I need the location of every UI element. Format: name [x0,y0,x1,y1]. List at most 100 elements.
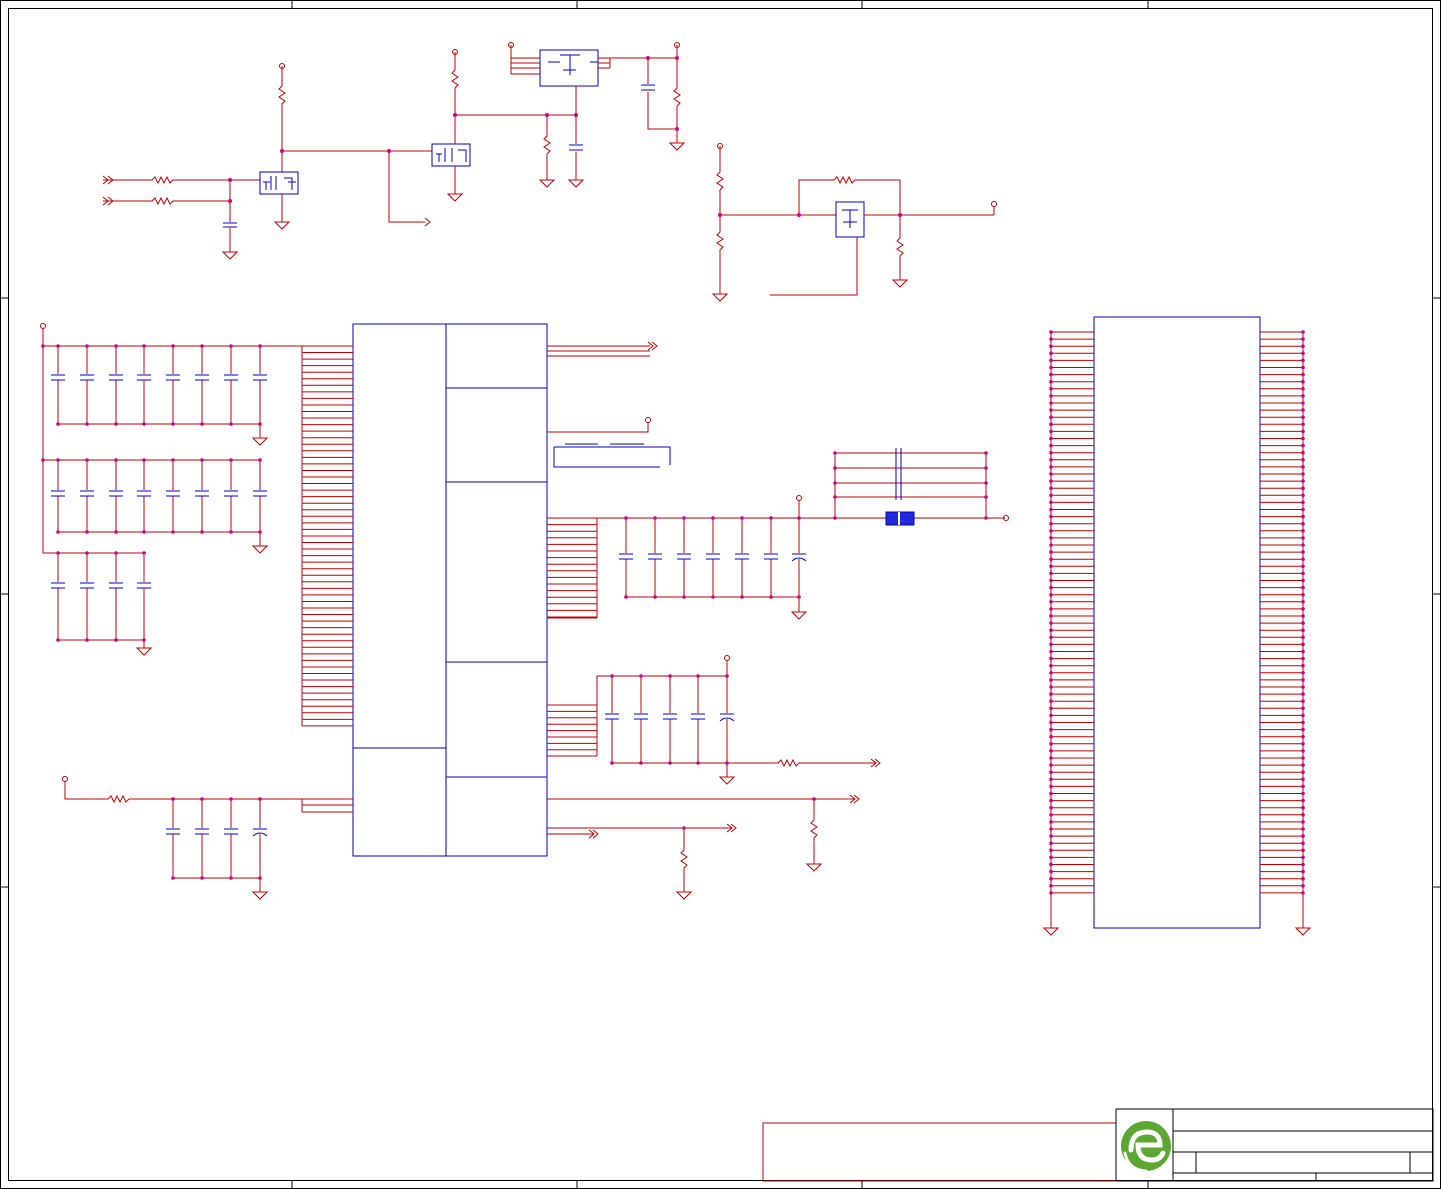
connector-pin-junction [1049,862,1053,867]
connector-pin-junction [1049,500,1053,505]
cap-junction [56,530,60,534]
connector-pin-junction [1049,600,1053,604]
cap-junction [725,761,729,765]
connector-pin-junction [1301,479,1305,483]
cap-junction [200,422,204,426]
connector-pin-junction [1049,798,1053,803]
cap-junction [114,638,118,642]
cap-junction [639,674,643,678]
cap-junction [171,458,175,462]
connector-pin-junction [1049,891,1053,895]
cap-junction [171,876,175,880]
connector-pin-junction [1301,436,1305,441]
connector-pin-junction [1049,592,1053,597]
crystal-junction [833,516,837,520]
sheet-border [0,0,1441,1189]
connector-pin-junction [1301,628,1305,632]
cap-junction [114,530,118,534]
connector-pin-junction [1301,387,1305,391]
cap-junction [41,344,45,348]
connector-pin-junction [1301,749,1305,753]
cap-junction [114,458,118,462]
connector-pin-junction [1049,550,1053,554]
ic-right-nets [547,341,1009,900]
cap-junction [142,638,146,642]
connector-pin-junction [1301,777,1305,782]
connector-pin-junction [1049,685,1053,689]
filter-block [62,776,353,900]
connector-pin-junction [1049,791,1053,796]
connector-pin-junction [1301,663,1305,668]
connector-pin-junction [1301,465,1305,469]
connector-pin-junction [1301,678,1305,682]
connector-pin-junction [1049,564,1053,569]
connector-pin-junction [1301,486,1305,491]
connector-pin-junction [1301,827,1305,831]
cap-junction [624,516,628,520]
cap-junction [56,344,60,348]
connector-pin-junction [1301,330,1305,334]
cap-junction [229,530,233,534]
cap-junction [740,516,744,520]
cap-junction [682,595,686,599]
connector-pin-junction [1301,422,1305,427]
connector-pin-junction [1301,635,1305,640]
connector-pin-junction [1301,834,1305,838]
cap-junction [142,458,146,462]
connector-pin-junction [1301,429,1305,434]
cap-junction [114,422,118,426]
connector-pin-junction [1049,834,1053,838]
connector-pin-junction [1049,557,1053,561]
cap-junction [56,422,60,426]
connector-pin-junction [1049,813,1053,817]
cap-junction [200,344,204,348]
cap-junction [229,344,233,348]
connector-pin-junction [1049,671,1053,675]
connector-pin-junction [1301,379,1305,384]
connector-pin-junction [1049,663,1053,668]
cap-junction [711,595,715,599]
connector-pin-junction [1301,649,1305,654]
cap-junction [171,422,175,426]
cap-junction [258,344,262,348]
connector-pin-junction [1301,763,1305,767]
connector-pin-junction [1301,507,1305,512]
connector-pin-junction [1049,635,1053,640]
cap-bank-1 [40,323,302,656]
connector-pin-junction [1049,841,1053,845]
connector-pin-junction [1301,472,1305,476]
connector-pin-junction [1301,344,1305,349]
cap-junction [769,595,773,599]
connector-pin-junction [1301,805,1305,810]
connector-pin-junction [1301,514,1305,519]
connector-pin-junction [1049,507,1053,512]
cap-junction [229,458,233,462]
cap-junction [696,761,700,765]
connector-pin-junction [1301,607,1305,611]
connector-pin-junction [1301,742,1305,746]
cap-junction [653,516,657,520]
cap-junction [56,551,60,555]
cap-junction [696,674,700,678]
connector-pin-junction [1049,706,1053,711]
cap-junction [258,876,262,880]
connector-pin-junction [1301,550,1305,554]
connector-pin-junction [1301,585,1305,590]
connector-pin-junction [1049,727,1053,732]
connector-pin-junction [1301,876,1305,881]
cap-junction [653,595,657,599]
connector-pin-junction [1301,571,1305,576]
connector-pin-junction [1301,443,1305,448]
connector-pin-junction [1049,784,1053,789]
connector-pin-junction [1301,564,1305,569]
connector-pin-junction [1049,628,1053,632]
connector-pin-junction [1301,855,1305,860]
connector-pin-junction [1301,770,1305,774]
connector-pin-junction [1301,578,1305,583]
crystal-junction [833,495,837,499]
connector-pin-junction [1301,365,1305,370]
cap-junction [200,530,204,534]
connector-pin-junction [1049,607,1053,611]
connector-pin-junction [1301,713,1305,718]
connector-pin-junction [1049,820,1053,824]
